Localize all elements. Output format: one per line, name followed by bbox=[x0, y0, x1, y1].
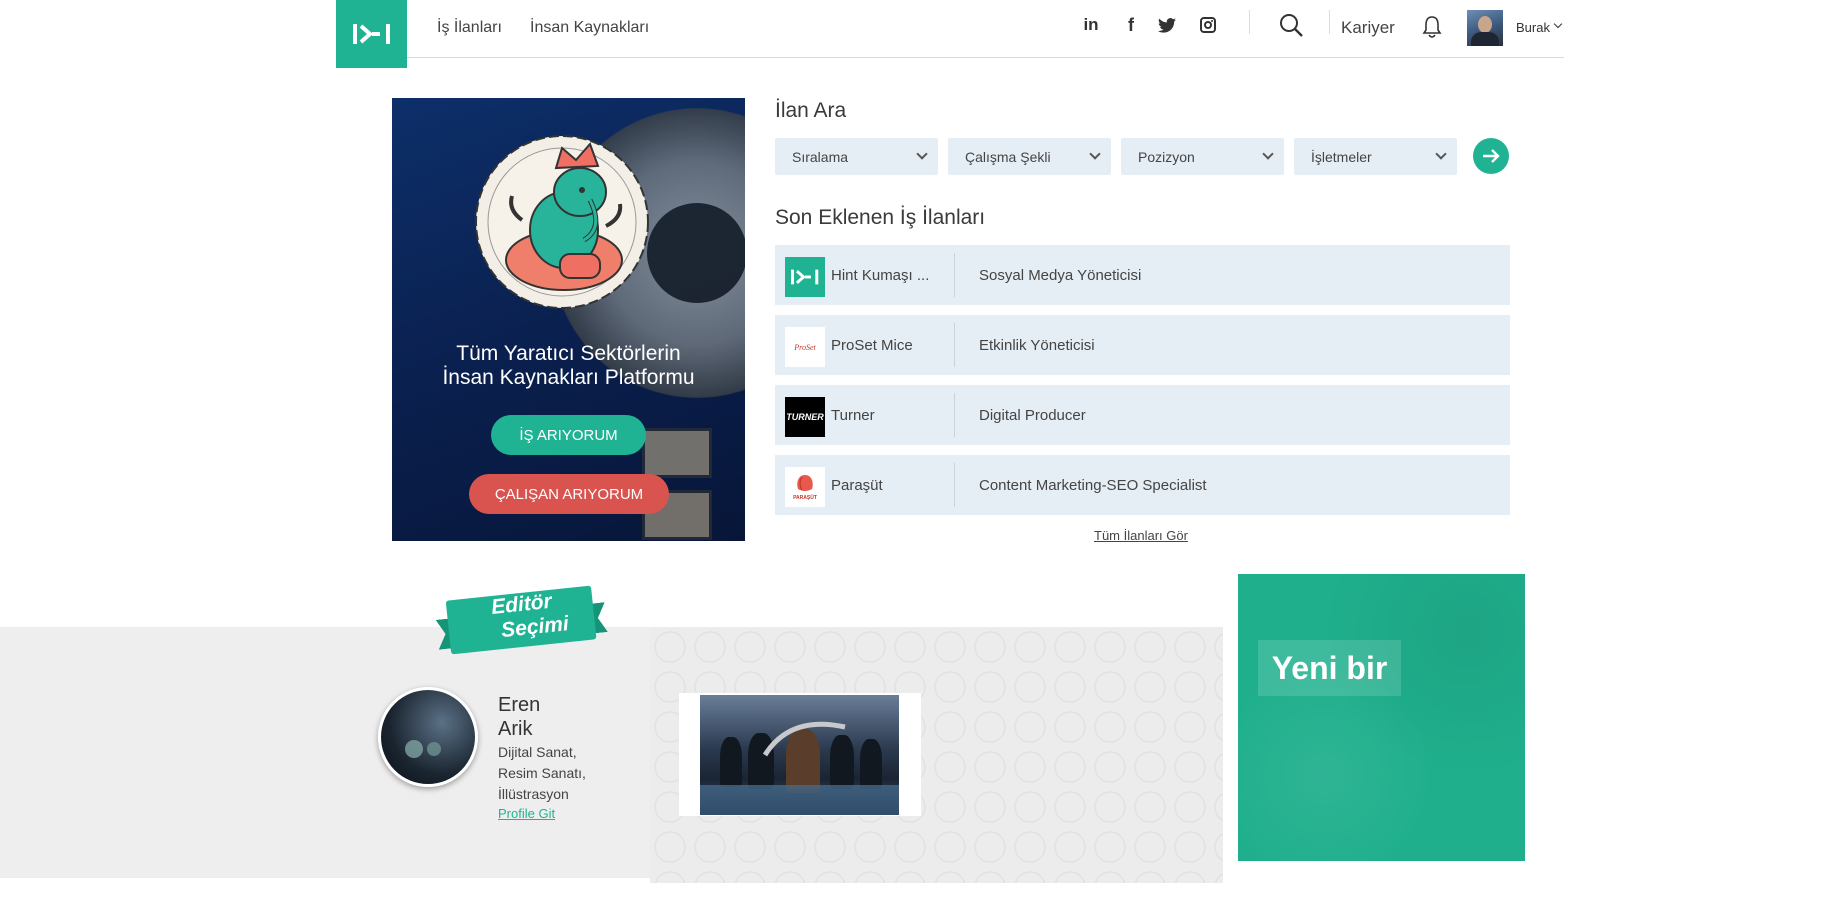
job-company: Hint Kumaşı ... bbox=[831, 267, 930, 284]
search-submit-button[interactable] bbox=[1473, 138, 1509, 174]
twitter-icon[interactable] bbox=[1156, 14, 1178, 36]
logo-mark-icon bbox=[352, 24, 390, 44]
chevron-down-icon bbox=[916, 148, 928, 160]
parasut-logo-text: PARAŞÜT bbox=[793, 495, 817, 501]
job-position: Sosyal Medya Yöneticisi bbox=[979, 267, 1142, 284]
job-row[interactable]: Hint Kumaşı ... Sosyal Medya Yöneticisi bbox=[775, 245, 1510, 305]
linkedin-icon[interactable]: in bbox=[1080, 14, 1102, 36]
job-divider bbox=[954, 463, 955, 507]
dropdown-label: İşletmeler bbox=[1311, 148, 1372, 165]
job-company: Paraşüt bbox=[831, 477, 883, 494]
header-divider bbox=[1249, 10, 1250, 34]
job-seeker-button[interactable]: İŞ ARIYORUM bbox=[491, 415, 646, 455]
hero-banner: Tüm Yaratıcı Sektörlerin İnsan Kaynaklar… bbox=[392, 98, 745, 541]
editor-avatar[interactable] bbox=[378, 687, 478, 787]
meter-image bbox=[642, 428, 712, 478]
parasut-logo-icon bbox=[797, 475, 813, 491]
job-row[interactable]: PARAŞÜT Paraşüt Content Marketing-SEO Sp… bbox=[775, 455, 1510, 515]
editor-tag: İllüstrasyon bbox=[498, 786, 569, 802]
artwork-image bbox=[700, 695, 899, 815]
sort-dropdown[interactable]: Sıralama bbox=[775, 138, 938, 175]
editor-tags: Dijital Sanat, Resim Sanatı, İllüstrasyo… bbox=[498, 742, 618, 805]
dropdown-label: Sıralama bbox=[792, 148, 849, 165]
companies-dropdown[interactable]: İşletmeler bbox=[1294, 138, 1457, 175]
recent-jobs-title: Son Eklenen İş İlanları bbox=[775, 206, 986, 229]
dropdown-label: Çalışma Şekli bbox=[965, 148, 1051, 165]
company-logo bbox=[785, 257, 825, 297]
bell-icon[interactable] bbox=[1421, 16, 1443, 38]
arrow-right-icon bbox=[1483, 149, 1500, 163]
job-divider bbox=[954, 253, 955, 297]
job-company: ProSet Mice bbox=[831, 337, 913, 354]
nav-is-ilanlari[interactable]: İş İlanları bbox=[437, 19, 502, 37]
editor-tag: Resim Sanatı, bbox=[498, 765, 586, 781]
chevron-down-icon bbox=[1262, 148, 1274, 160]
job-row[interactable]: ProSet ProSet Mice Etkinlik Yöneticisi bbox=[775, 315, 1510, 375]
employer-button[interactable]: ÇALIŞAN ARIYORUM bbox=[469, 474, 669, 514]
user-avatar[interactable] bbox=[1467, 10, 1503, 46]
hero-title-line2: İnsan Kaynakları Platformu bbox=[442, 366, 695, 389]
profile-link[interactable]: Profile Git bbox=[498, 806, 555, 821]
chevron-down-icon[interactable] bbox=[1553, 19, 1563, 29]
search-title: İlan Ara bbox=[775, 99, 847, 122]
job-divider bbox=[954, 393, 955, 437]
job-position: Digital Producer bbox=[979, 407, 1086, 424]
job-company: Turner bbox=[831, 407, 875, 424]
company-logo: ProSet bbox=[785, 327, 825, 367]
chevron-down-icon bbox=[1435, 148, 1447, 160]
editor-section-gap bbox=[0, 878, 392, 898]
dropdown-label: Pozizyon bbox=[1138, 148, 1195, 165]
job-position: Etkinlik Yöneticisi bbox=[979, 337, 1095, 354]
header-divider bbox=[1329, 10, 1330, 34]
artwork-card[interactable] bbox=[679, 693, 921, 816]
site-logo[interactable] bbox=[336, 0, 407, 68]
career-link[interactable]: Kariyer bbox=[1341, 18, 1395, 38]
job-row[interactable]: TURNER Turner Digital Producer bbox=[775, 385, 1510, 445]
company-logo: PARAŞÜT bbox=[785, 467, 825, 507]
hero-title: Tüm Yaratıcı Sektörlerin İnsan Kaynaklar… bbox=[392, 342, 745, 390]
hero-title-line1: Tüm Yaratıcı Sektörlerin bbox=[456, 342, 681, 365]
search-icon[interactable] bbox=[1277, 11, 1305, 39]
chevron-down-icon bbox=[1089, 148, 1101, 160]
position-dropdown[interactable]: Pozizyon bbox=[1121, 138, 1284, 175]
job-divider bbox=[954, 323, 955, 367]
user-name[interactable]: Burak bbox=[1516, 20, 1550, 35]
editor-tag: Dijital Sanat, bbox=[498, 744, 577, 760]
ad-banner[interactable]: Yeni bir bbox=[1238, 574, 1525, 861]
all-jobs-link[interactable]: Tüm İlanları Gör bbox=[1094, 528, 1188, 543]
editor-name: Eren Arik bbox=[498, 693, 540, 741]
editor-last-name: Arik bbox=[498, 718, 533, 740]
editor-first-name: Eren bbox=[498, 694, 541, 716]
job-position: Content Marketing-SEO Specialist bbox=[979, 477, 1207, 494]
ganesha-illustration bbox=[475, 135, 649, 309]
nav-insan-kaynaklari[interactable]: İnsan Kaynakları bbox=[530, 19, 649, 37]
instagram-icon[interactable] bbox=[1197, 14, 1219, 36]
company-logo: TURNER bbox=[785, 397, 825, 437]
facebook-icon[interactable]: f bbox=[1120, 14, 1142, 36]
work-type-dropdown[interactable]: Çalışma Şekli bbox=[948, 138, 1111, 175]
ad-text: Yeni bir bbox=[1258, 640, 1401, 696]
top-header: İş İlanları İnsan Kaynakları in f Kariye… bbox=[336, 0, 1564, 68]
